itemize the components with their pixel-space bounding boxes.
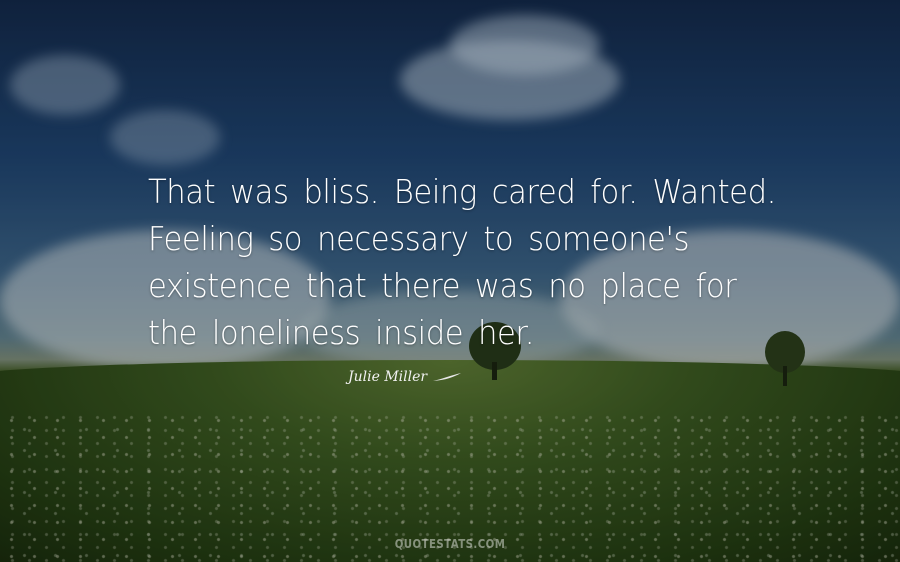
quill-icon	[433, 373, 461, 381]
quote-image: That was bliss. Being cared for. Wanted.…	[0, 0, 900, 562]
site-watermark: QUOTESTATS.COM	[394, 537, 506, 551]
quote-line: Feeling so necessary to someone's	[148, 219, 689, 258]
quote-line: That was bliss. Being cared for. Wanted.	[148, 172, 776, 211]
quote-author: Julie Miller	[348, 369, 428, 385]
quote-text: That was bliss. Being cared for. Wanted.…	[148, 168, 808, 356]
quote-line: the loneliness inside her.	[148, 313, 535, 352]
quote-line: existence that there was no place for	[148, 266, 737, 305]
